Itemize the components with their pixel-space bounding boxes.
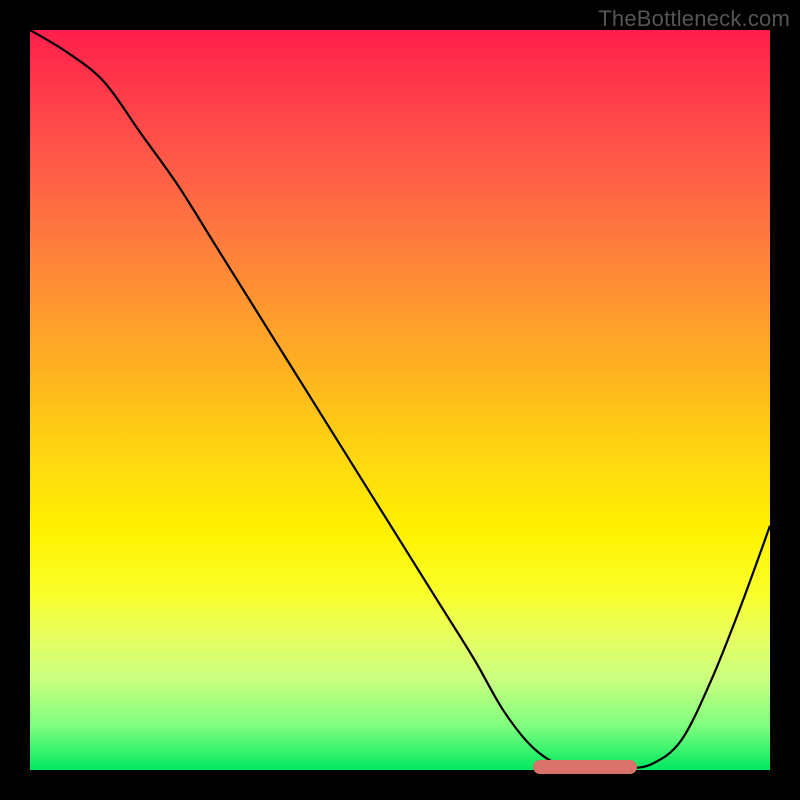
chart-highlight-segment xyxy=(533,760,637,774)
watermark-text: TheBottleneck.com xyxy=(598,6,790,32)
chart-curve xyxy=(30,30,770,770)
